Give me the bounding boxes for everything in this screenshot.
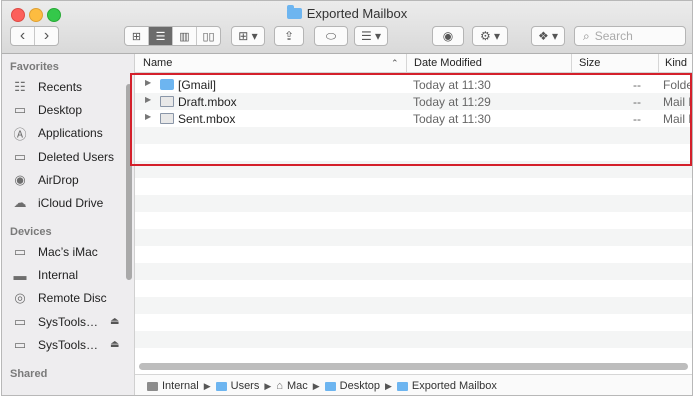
- imac-icon: ▭: [13, 244, 27, 259]
- search-placeholder: Search: [594, 29, 633, 43]
- forward-icon[interactable]: ›: [35, 27, 58, 45]
- view-mode-selector: ⊞ ☰ ▥ ▯▯: [124, 26, 221, 46]
- sidebar-item-remote-disc[interactable]: ◎ Remote Disc: [10, 288, 107, 308]
- action-gear-button[interactable]: ⚙ ▾: [472, 26, 508, 46]
- cloud-icon: ☁: [13, 195, 27, 210]
- path-item[interactable]: Mac: [287, 380, 308, 392]
- disk-icon: ▬: [13, 267, 27, 283]
- column-divider[interactable]: [658, 54, 659, 72]
- column-kind-header[interactable]: Kind: [665, 57, 687, 69]
- drive-icon: ▭: [13, 314, 27, 329]
- nav-buttons: ‹ ›: [10, 26, 59, 46]
- tag-icon[interactable]: ⬭: [314, 26, 348, 46]
- column-name-header[interactable]: Name: [143, 57, 172, 69]
- sidebar-section-devices: Devices: [10, 226, 52, 238]
- sidebar-item-airdrop[interactable]: ◉ AirDrop: [10, 170, 79, 190]
- window-title: Exported Mailbox: [2, 5, 692, 21]
- column-divider[interactable]: [406, 54, 407, 72]
- icon-view-icon[interactable]: ⊞: [125, 27, 149, 45]
- sidebar-item-label: SysTools…: [38, 315, 99, 329]
- folder-icon: [324, 381, 336, 391]
- desktop-icon: ▭: [13, 102, 27, 117]
- recents-icon: ☷: [14, 79, 26, 94]
- path-separator-icon: ▶: [264, 380, 272, 391]
- drive-icon: ▭: [13, 337, 27, 352]
- sidebar-item-label: Remote Disc: [38, 291, 107, 305]
- disc-icon: ◎: [14, 290, 26, 305]
- sidebar-item-systools-1[interactable]: ▭ SysTools…: [10, 312, 98, 332]
- eject-icon[interactable]: ⏏: [110, 339, 119, 350]
- folder-icon: [286, 5, 302, 19]
- sidebar-item-label: Mac’s iMac: [38, 245, 98, 259]
- sidebar-item-recents[interactable]: ☷ Recents: [10, 77, 82, 97]
- path-bar: Internal ▶ Users ▶ ⌂ Mac ▶ Desktop ▶ Exp…: [135, 374, 692, 395]
- path-item[interactable]: Internal: [162, 380, 199, 392]
- dropbox-button[interactable]: ❖ ▾: [531, 26, 565, 46]
- sidebar-item-systools-2[interactable]: ▭ SysTools…: [10, 335, 98, 355]
- column-header: Name ⌃ Date Modified Size Kind: [135, 54, 692, 73]
- empty-row: [135, 195, 692, 212]
- arrange-button[interactable]: ☰ ▾: [354, 26, 388, 46]
- share-icon[interactable]: ⇪: [274, 26, 304, 46]
- finder-window: Exported Mailbox ‹ › ⊞ ☰ ▥ ▯▯ ⊞ ▾ ⇪ ⬭ ☰ …: [1, 0, 693, 396]
- column-divider[interactable]: [571, 54, 572, 72]
- sidebar-item-label: Applications: [38, 126, 103, 140]
- sidebar: Favorites ☷ Recents ▭ Desktop Ⓐ Applicat…: [2, 54, 135, 395]
- list-view-icon[interactable]: ☰: [149, 27, 173, 45]
- sidebar-item-desktop[interactable]: ▭ Desktop: [10, 100, 82, 120]
- sidebar-section-favorites: Favorites: [10, 61, 59, 73]
- column-view-icon[interactable]: ▥: [173, 27, 197, 45]
- back-icon[interactable]: ‹: [11, 27, 35, 45]
- column-date-header[interactable]: Date Modified: [414, 57, 482, 69]
- empty-row: [135, 331, 692, 348]
- sidebar-item-label: SysTools…: [38, 338, 99, 352]
- toolbar: Exported Mailbox ‹ › ⊞ ☰ ▥ ▯▯ ⊞ ▾ ⇪ ⬭ ☰ …: [2, 1, 692, 54]
- sidebar-item-icloud-drive[interactable]: ☁ iCloud Drive: [10, 193, 104, 213]
- airdrop-icon: ◉: [14, 172, 26, 187]
- sidebar-item-label: AirDrop: [38, 173, 79, 187]
- sidebar-item-label: iCloud Drive: [38, 196, 104, 210]
- folder-icon: [215, 381, 227, 391]
- folder-icon: [396, 381, 408, 391]
- sidebar-item-applications[interactable]: Ⓐ Applications: [10, 123, 103, 143]
- sidebar-item-label: Internal: [38, 268, 79, 282]
- column-size-header[interactable]: Size: [579, 57, 600, 69]
- path-separator-icon: ▶: [203, 380, 211, 391]
- path-item[interactable]: Desktop: [340, 380, 380, 392]
- search-icon: ⌕: [583, 28, 590, 43]
- empty-row: [135, 229, 692, 246]
- sidebar-item-label: Recents: [38, 80, 83, 94]
- sidebar-section-shared: Shared: [10, 368, 48, 380]
- sidebar-item-internal[interactable]: ▬ Internal: [10, 265, 79, 285]
- path-separator-icon: ▶: [385, 380, 392, 391]
- home-icon: ⌂: [276, 380, 283, 392]
- window-title-label: Exported Mailbox: [306, 6, 408, 21]
- highlight-box: [130, 73, 692, 166]
- path-separator-icon: ▶: [312, 380, 320, 391]
- sidebar-item-deleted-users[interactable]: ▭ Deleted Users: [10, 147, 114, 167]
- sidebar-item-label: Desktop: [38, 103, 83, 117]
- sidebar-item-imac[interactable]: ▭ Mac’s iMac: [10, 242, 98, 262]
- gallery-view-icon[interactable]: ▯▯: [197, 27, 220, 45]
- applications-icon: Ⓐ: [13, 126, 27, 142]
- path-item[interactable]: Exported Mailbox: [412, 380, 497, 392]
- disk-icon: [147, 381, 158, 391]
- quicklook-icon[interactable]: ◉: [432, 26, 464, 46]
- path-item[interactable]: Users: [231, 380, 260, 392]
- empty-row: [135, 263, 692, 280]
- eject-icon[interactable]: ⏏: [110, 316, 119, 327]
- sort-chevron-icon: ⌃: [391, 58, 399, 68]
- sidebar-item-label: Deleted Users: [38, 150, 115, 164]
- empty-row: [135, 297, 692, 314]
- search-input[interactable]: ⌕ Search: [574, 26, 686, 46]
- group-button[interactable]: ⊞ ▾: [231, 26, 265, 46]
- horizontal-scrollbar[interactable]: [139, 363, 688, 370]
- folder-icon: ▭: [13, 149, 27, 164]
